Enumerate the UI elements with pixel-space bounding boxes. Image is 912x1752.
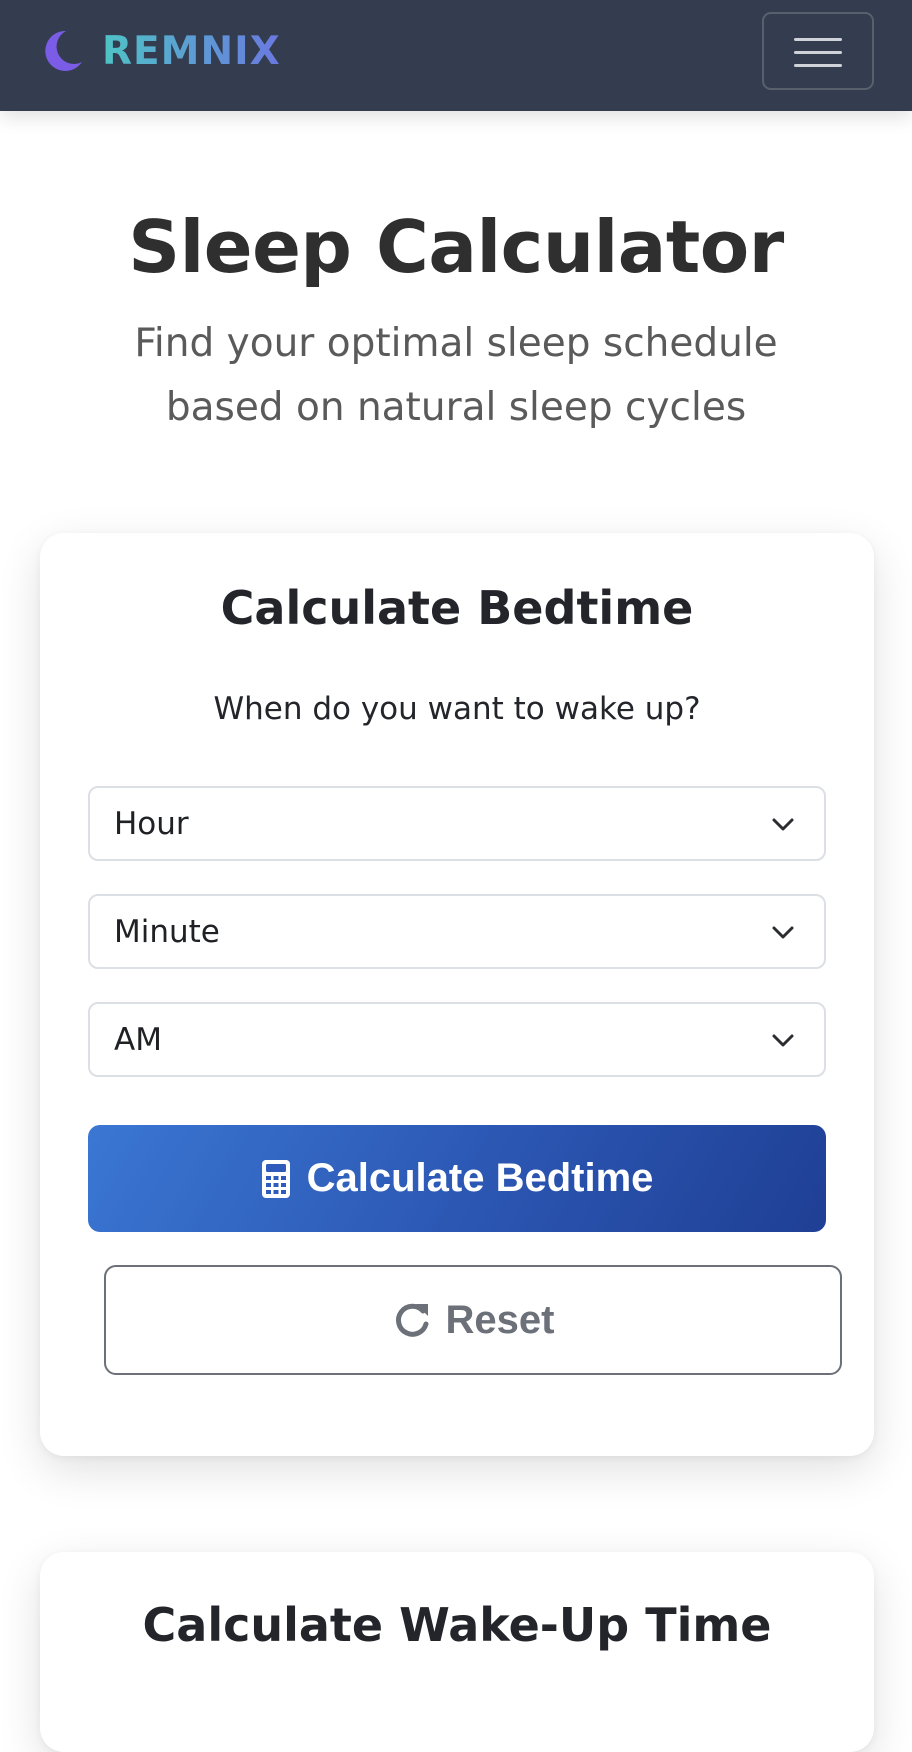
ampm-select[interactable]: AM bbox=[88, 1002, 826, 1077]
minute-select[interactable]: Minute bbox=[88, 894, 826, 969]
hour-select-value: Hour bbox=[114, 805, 189, 842]
calculate-bedtime-card: Calculate Bedtime When do you want to wa… bbox=[40, 533, 874, 1456]
navbar: REMNIX bbox=[0, 0, 912, 111]
page-title: Sleep Calculator bbox=[128, 205, 784, 289]
calculate-wakeup-card: Calculate Wake-Up Time bbox=[40, 1552, 874, 1752]
card-title: Calculate Bedtime bbox=[220, 581, 694, 635]
chevron-down-icon bbox=[772, 818, 794, 831]
redo-icon bbox=[395, 1303, 429, 1337]
page-subtitle: Find your optimal sleep schedule based o… bbox=[134, 321, 778, 430]
ampm-select-value: AM bbox=[114, 1021, 162, 1058]
card-title: Calculate Wake-Up Time bbox=[142, 1598, 772, 1652]
chevron-down-icon bbox=[772, 926, 794, 939]
calculate-bedtime-label: Calculate Bedtime bbox=[306, 1156, 654, 1200]
calculator-icon bbox=[261, 1159, 290, 1198]
hour-select[interactable]: Hour bbox=[88, 786, 826, 861]
reset-button[interactable]: Reset bbox=[104, 1265, 842, 1375]
reset-label: Reset bbox=[445, 1297, 555, 1342]
menu-toggle-button[interactable] bbox=[762, 12, 874, 90]
brand-name: REMNIX bbox=[102, 28, 281, 74]
wake-up-question: When do you want to wake up? bbox=[213, 691, 701, 727]
chevron-down-icon bbox=[772, 1034, 794, 1047]
crescent-moon-icon bbox=[45, 30, 82, 71]
calculate-bedtime-button[interactable]: Calculate Bedtime bbox=[88, 1125, 826, 1232]
minute-select-value: Minute bbox=[114, 913, 220, 950]
brand-logo-link[interactable]: REMNIX bbox=[40, 26, 281, 76]
